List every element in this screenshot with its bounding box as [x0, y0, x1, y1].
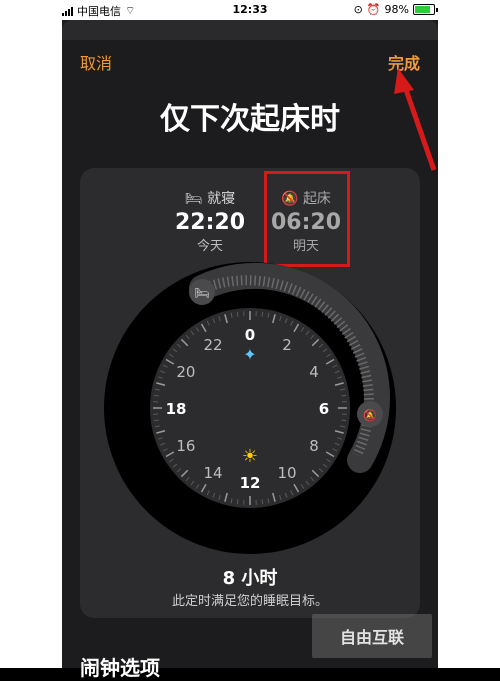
watermark-text: 自由互联 [340, 624, 404, 648]
clock-hour-label: 10 [277, 464, 296, 482]
right-frame [438, 20, 500, 668]
sleep-goal-message: 此定时满足您的睡眠目标。 [62, 590, 438, 609]
clock-tick [154, 420, 159, 421]
clock-hour-label: 22 [203, 336, 222, 354]
sparkle-icon: ✦ [243, 345, 256, 364]
clock-tick [262, 499, 263, 504]
status-bar: 中国电信 ⌔ 12:33 ⊙ ⏰ 98% [0, 0, 500, 20]
clock-hour-label: 6 [319, 400, 329, 418]
wake-highlight-box [264, 171, 350, 267]
battery-icon [413, 4, 435, 15]
clock-tick [154, 395, 159, 396]
clock-tick [262, 312, 263, 317]
sheet-back-card [62, 20, 438, 40]
cancel-button[interactable]: 取消 [80, 50, 112, 74]
clock-tick [341, 420, 346, 421]
page-title: 仅下次起床时 [62, 94, 438, 138]
bed-icon: 🛏 [185, 191, 203, 207]
bedtime-label: 就寝 [207, 191, 235, 207]
bed-handle-icon: 🛏 [194, 286, 209, 300]
watermark-logo: 自由互联 [312, 614, 432, 658]
clock-hour-label: 8 [309, 437, 319, 455]
battery-percent: 98% [385, 3, 409, 16]
clock-hour-label: 2 [282, 336, 292, 354]
clock-hour-label: 0 [245, 326, 255, 344]
sun-icon: ☀ [242, 446, 258, 467]
clock-tick [237, 312, 238, 317]
alarm-options-heading: 闹钟选项 [80, 652, 160, 681]
clock-tick [341, 395, 346, 396]
wake-handle-icon: 🔕 [363, 409, 377, 422]
clock-tick [237, 499, 238, 504]
left-frame [0, 20, 62, 668]
clock-hour-label: 18 [166, 400, 187, 418]
lock-rotation-icon: ⊙ [354, 3, 363, 16]
clock-hour-label: 20 [176, 363, 195, 381]
clock-hour-label: 14 [203, 464, 222, 482]
clock-hour-label: 16 [176, 437, 195, 455]
clock-hour-label: 4 [309, 363, 319, 381]
clock-hour-label: 12 [240, 474, 261, 492]
sleep-clock[interactable]: 🛏 🔕 0 24 6 8 10 12 14 16 18 20 22 ✦ ☀ [102, 260, 398, 556]
status-right: ⊙ ⏰ 98% [354, 3, 438, 16]
alarm-icon: ⏰ [367, 3, 381, 16]
nav-bar: 取消 完成 [80, 50, 420, 74]
sleep-duration: 8 小时 [62, 564, 438, 590]
